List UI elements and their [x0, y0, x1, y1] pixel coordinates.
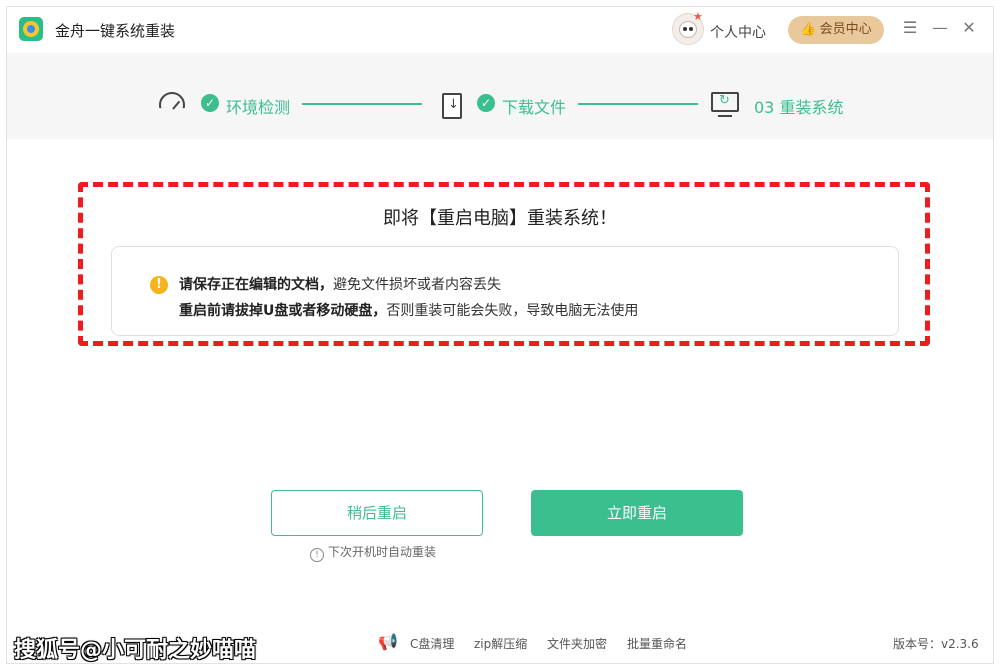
hint-text: 下次开机时自动重装 [328, 545, 437, 559]
restart-headline: 即将【重启电脑】重装系统！ [383, 208, 617, 229]
warning-line-1-bold: 请保存正在编辑的文档， [179, 277, 333, 293]
warning-line-1-text: 避免文件损坏或者内容丢失 [333, 277, 501, 293]
megaphone-icon: 📢 [378, 632, 398, 651]
tool-batch-rename[interactable]: 批量重命名 [627, 635, 687, 652]
warning-line-2: 重启前请拔掉U盘或者移动硬盘，否则重装可能会失败，导致电脑无法使用 [179, 300, 638, 320]
check-icon: ✓ [477, 94, 495, 112]
warning-line-2-text: 否则重装可能会失败，导致电脑无法使用 [386, 303, 639, 319]
app-window: 金舟一键系统重装 ★ 个人中心 👍 会员中心 ☰ — ✕ ✓ 环境检测 ↓ ✓ 下… [7, 7, 993, 663]
monitor-restart-icon: ↻ [711, 90, 741, 120]
warning-icon: ! [150, 276, 168, 294]
warning-line-2-bold: 重启前请拔掉U盘或者移动硬盘， [179, 303, 387, 319]
member-center-button[interactable]: 👍 会员中心 [788, 16, 884, 44]
app-title: 金舟一键系统重装 [55, 22, 176, 40]
tool-zip[interactable]: zip解压缩 [474, 635, 527, 652]
minimize-icon[interactable]: — [930, 18, 950, 38]
step-env-check: 环境检测 [226, 98, 291, 117]
check-icon: ✓ [201, 94, 219, 112]
restart-now-button[interactable]: 立即重启 [531, 490, 743, 536]
member-center-label: 会员中心 [819, 22, 872, 37]
personal-center-link[interactable]: 个人中心 [710, 22, 766, 42]
thumbs-up-icon: 👍 [800, 22, 817, 37]
gauge-icon [159, 90, 189, 120]
close-icon[interactable]: ✕ [959, 18, 979, 38]
menu-icon[interactable]: ☰ [900, 18, 920, 38]
step-reinstall-system: 03 重装系统 [754, 98, 844, 117]
avatar-icon[interactable]: ★ [673, 10, 703, 44]
version-label: 版本号：v2.3.6 [893, 637, 979, 651]
title-bar: 金舟一键系统重装 ★ 个人中心 👍 会员中心 ☰ — ✕ [7, 7, 993, 53]
info-icon: ! [310, 548, 324, 562]
watermark: 搜狐号@小可耐之妙喵喵 [14, 638, 257, 663]
step-connector [578, 103, 698, 105]
download-doc-icon: ↓ [439, 90, 469, 120]
step-connector [302, 103, 422, 105]
tool-folder-encrypt[interactable]: 文件夹加密 [547, 635, 607, 652]
warning-line-1: 请保存正在编辑的文档，避免文件损坏或者内容丢失 [179, 274, 501, 294]
step-download-files: 下载文件 [502, 98, 567, 117]
restart-later-button[interactable]: 稍后重启 [271, 490, 483, 536]
auto-reinstall-hint: ! 下次开机时自动重装 [310, 543, 436, 562]
progress-steps: ✓ 环境检测 ↓ ✓ 下载文件 ↻ 03 重装系统 [7, 53, 993, 139]
tool-c-drive-clean[interactable]: C盘清理 [410, 635, 454, 652]
app-logo-icon [19, 17, 43, 41]
